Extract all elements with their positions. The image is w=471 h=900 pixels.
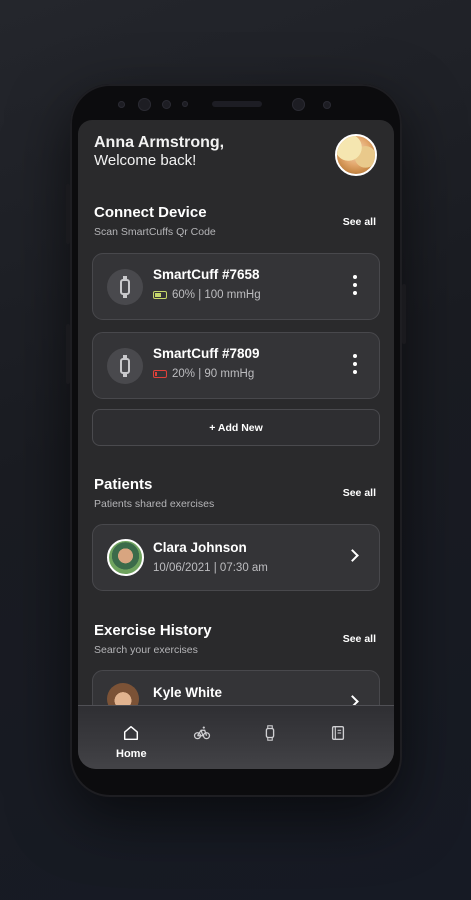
battery-icon xyxy=(153,370,167,378)
patients-title: Patients xyxy=(94,476,153,493)
greeting: Anna Armstrong, Welcome back! xyxy=(94,134,224,169)
patient-name: Clara Johnson xyxy=(153,540,247,555)
history-see-all-link[interactable]: See all xyxy=(343,633,376,645)
device-icon-circle xyxy=(107,269,143,305)
bike-icon xyxy=(193,726,211,740)
sensor-dot xyxy=(118,101,125,108)
patient-card[interactable]: Clara Johnson 10/06/2021 | 07:30 am xyxy=(92,524,380,591)
patients-see-all-link[interactable]: See all xyxy=(343,487,376,499)
connect-see-all-link[interactable]: See all xyxy=(343,216,376,228)
device-icon-circle xyxy=(107,348,143,384)
exercise-history-title: Exercise History xyxy=(94,622,212,639)
device-menu-icon[interactable] xyxy=(353,275,357,295)
add-new-device-button[interactable]: + Add New xyxy=(92,409,380,446)
connect-device-title: Connect Device xyxy=(94,204,207,221)
nav-devices[interactable] xyxy=(261,724,279,742)
profile-avatar[interactable] xyxy=(335,134,377,176)
patients-subtitle: Patients shared exercises xyxy=(94,498,215,510)
device-card[interactable]: SmartCuff #7658 60% | 100 mmHg xyxy=(92,253,380,320)
device-name: SmartCuff #7658 xyxy=(153,267,260,282)
nav-history[interactable] xyxy=(329,724,347,742)
device-card[interactable]: SmartCuff #7809 20% | 90 mmHg xyxy=(92,332,380,399)
watch-icon xyxy=(120,276,130,298)
chevron-right-icon[interactable] xyxy=(346,549,359,562)
device-status-text: 60% | 100 mmHg xyxy=(172,289,261,301)
watch-icon xyxy=(265,725,275,741)
device-name: SmartCuff #7809 xyxy=(153,346,260,361)
sensor-camera xyxy=(292,98,305,111)
nav-home[interactable]: Home xyxy=(116,724,147,760)
nav-home-label: Home xyxy=(116,748,147,760)
device-menu-icon[interactable] xyxy=(353,354,357,374)
book-icon xyxy=(331,726,345,740)
app-screen: Anna Armstrong, Welcome back! Connect De… xyxy=(78,120,394,769)
battery-icon xyxy=(153,291,167,299)
welcome-text: Welcome back! xyxy=(94,152,197,169)
home-icon xyxy=(124,725,139,741)
watch-icon xyxy=(120,355,130,377)
patient-date: 10/06/2021 | 07:30 am xyxy=(153,562,268,574)
device-status: 60% | 100 mmHg xyxy=(153,289,261,301)
front-camera xyxy=(138,98,151,111)
sensor-dot xyxy=(162,100,171,109)
volume-button xyxy=(66,184,70,244)
nav-exercise[interactable] xyxy=(193,724,211,742)
sensor-dot xyxy=(182,101,188,107)
speaker-grille xyxy=(212,101,262,107)
history-name: Kyle White xyxy=(153,685,223,700)
side-button-left xyxy=(66,324,70,384)
device-status: 20% | 90 mmHg xyxy=(153,368,254,380)
connect-device-subtitle: Scan SmartCuffs Qr Code xyxy=(94,226,216,238)
exercise-history-subtitle: Search your exercises xyxy=(94,644,198,656)
power-button xyxy=(402,284,406,344)
bottom-nav: Home xyxy=(78,705,394,769)
user-name: Anna Armstrong, xyxy=(94,134,225,151)
device-status-text: 20% | 90 mmHg xyxy=(172,368,255,380)
phone-frame: Anna Armstrong, Welcome back! Connect De… xyxy=(66,84,406,797)
patient-avatar xyxy=(107,539,144,576)
sensor-dot xyxy=(323,101,331,109)
